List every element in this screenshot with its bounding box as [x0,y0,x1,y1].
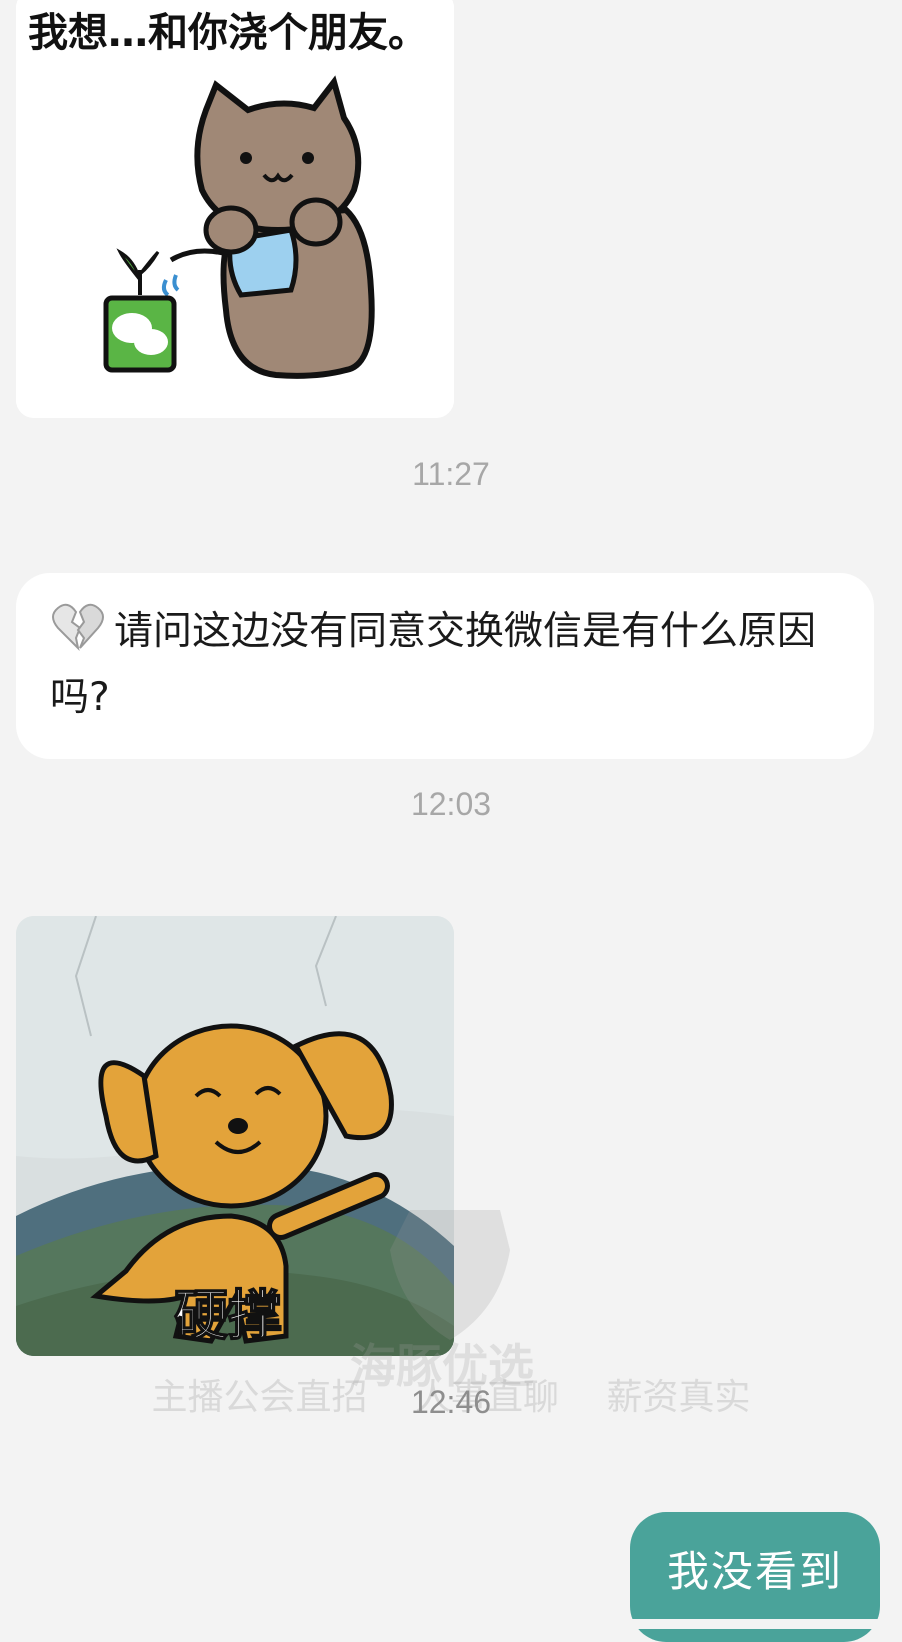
sticker-caption: 我想…和你浇个朋友。 [28,10,428,56]
bear-sticker-image: 我想…和你浇个朋友。 [16,0,454,418]
sticker-caption: 硬撑 [174,1284,282,1347]
sticker-bear-message[interactable]: 我想…和你浇个朋友。 [16,0,454,418]
message-timestamp: 11:27 [412,456,490,492]
message-text: 请问这边没有同意交换微信是有什么原因吗? [50,609,817,720]
bottom-edge [0,1619,902,1629]
chat-window: 我想…和你浇个朋友。 11:27 请问这边没有同意交换微信是有什么原因吗? 12… [0,0,902,1642]
received-text-message[interactable]: 请问这边没有同意交换微信是有什么原因吗? [16,573,874,759]
broken-heart-icon [52,603,104,652]
message-timestamp: 12:46 [410,1384,492,1420]
message-timestamp: 12:03 [410,786,492,822]
